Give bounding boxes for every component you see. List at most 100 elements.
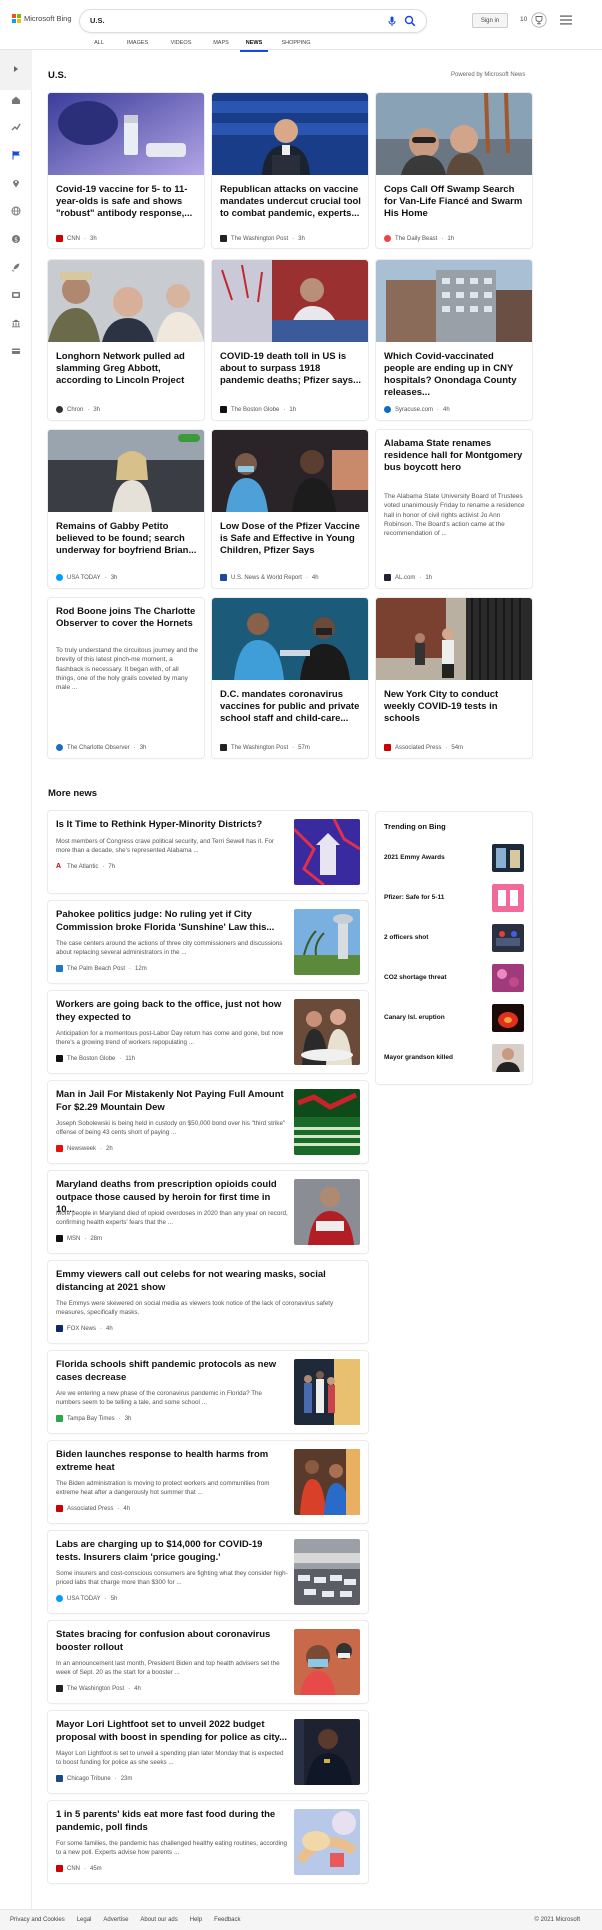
news-card[interactable]: New York City to conduct weekly COVID-19… (376, 598, 532, 758)
more-news-item[interactable]: Maryland deaths from prescription opioid… (48, 1171, 368, 1253)
item-source[interactable]: USA TODAY · 5h (56, 1595, 117, 1602)
trending-thumbnail[interactable] (492, 924, 524, 952)
card-image-vaccine[interactable] (48, 93, 204, 175)
rewards-points[interactable]: 10 (520, 16, 527, 23)
item-thumbnail[interactable] (294, 1449, 360, 1515)
news-card[interactable]: Rod Boone joins The Charlotte Observer t… (48, 598, 204, 758)
news-card[interactable]: Remains of Gabby Petito believed to be f… (48, 430, 204, 588)
item-title[interactable]: Biden launches response to health harms … (56, 1449, 288, 1474)
item-source[interactable]: Associated Press · 4h (56, 1505, 130, 1512)
tab-shopping[interactable]: SHOPPING (276, 40, 316, 52)
card-source[interactable]: The Daily Beast · 1h (384, 235, 454, 242)
item-thumbnail[interactable] (294, 1629, 360, 1695)
footer-link-feedback[interactable]: Feedback (214, 1917, 240, 1923)
trending-icon[interactable] (11, 122, 21, 132)
footer-link-advertise[interactable]: Advertise (103, 1917, 128, 1923)
news-card[interactable]: Alabama State renames residence hall for… (376, 430, 532, 588)
expand-arrow-icon[interactable] (12, 65, 20, 73)
more-news-item[interactable]: Biden launches response to health harms … (48, 1441, 368, 1523)
card-source[interactable]: Associated Press · 54m (384, 744, 463, 751)
card-image-desantis[interactable] (212, 93, 368, 175)
news-card[interactable]: Which Covid-vaccinated people are ending… (376, 260, 532, 420)
news-card[interactable]: Longhorn Network pulled ad slamming Greg… (48, 260, 204, 420)
item-thumbnail[interactable] (294, 819, 360, 885)
card-image-covid-flags[interactable] (212, 260, 368, 342)
card-title[interactable]: Covid-19 vaccine for 5- to 11-year-olds … (56, 184, 198, 220)
bing-logo[interactable]: Microsoft Bing (12, 14, 72, 23)
item-source[interactable]: Newsweek · 2h (56, 1145, 113, 1152)
card-icon[interactable] (11, 346, 21, 356)
card-title[interactable]: Rod Boone joins The Charlotte Observer t… (56, 606, 198, 630)
globe-icon[interactable] (11, 206, 21, 216)
trending-label[interactable]: 2 officers shot (384, 934, 428, 941)
trending-thumbnail[interactable] (492, 844, 524, 872)
rail-expand-area[interactable] (0, 50, 32, 90)
trending-label[interactable]: Pfizer: Safe for 5-11 (384, 894, 444, 901)
card-source[interactable]: The Washington Post · 57m (220, 744, 310, 751)
card-title[interactable]: D.C. mandates coronavirus vaccines for p… (220, 689, 362, 725)
card-source[interactable]: Chron · 3h (56, 406, 100, 413)
item-title[interactable]: Man in Jail For Mistakenly Not Paying Fu… (56, 1089, 288, 1114)
hamburger-menu-icon[interactable] (560, 15, 572, 25)
item-title[interactable]: Emmy viewers call out celebs for not wea… (56, 1269, 356, 1294)
home-icon[interactable] (11, 95, 21, 105)
trending-item[interactable]: 2 officers shot (384, 922, 524, 956)
footer-link-privacy[interactable]: Privacy and Cookies (10, 1917, 65, 1923)
trending-label[interactable]: Mayor grandson killed (384, 1054, 453, 1061)
search-input[interactable]: U.S. (80, 10, 426, 32)
item-title[interactable]: Mayor Lori Lightfoot set to unveil 2022 … (56, 1719, 288, 1744)
microphone-icon[interactable] (386, 15, 398, 27)
news-card[interactable]: D.C. mandates coronavirus vaccines for p… (212, 598, 368, 758)
footer-link-legal[interactable]: Legal (77, 1917, 92, 1923)
item-source[interactable]: The Boston Globe · 11h (56, 1055, 135, 1062)
more-news-item[interactable]: Mayor Lori Lightfoot set to unveil 2022 … (48, 1711, 368, 1793)
card-title[interactable]: Longhorn Network pulled ad slamming Greg… (56, 351, 198, 387)
rewards-trophy-icon[interactable] (531, 12, 547, 28)
card-image-abbott[interactable] (48, 260, 204, 342)
us-flag-icon[interactable] (11, 150, 21, 160)
item-thumbnail[interactable] (294, 1719, 360, 1785)
card-title[interactable]: Low Dose of the Pfizer Vaccine is Safe a… (220, 521, 362, 557)
item-source[interactable]: The Washington Post · 4h (56, 1685, 141, 1692)
more-news-item[interactable]: Is It Time to Rethink Hyper-Minority Dis… (48, 811, 368, 893)
money-icon[interactable]: $ (11, 234, 21, 244)
card-source[interactable]: Syracuse.com · 4h (384, 406, 450, 413)
card-title[interactable]: Republican attacks on vaccine mandates u… (220, 184, 362, 220)
news-card[interactable]: COVID-19 death toll in US is about to su… (212, 260, 368, 420)
trending-item[interactable]: Pfizer: Safe for 5-11 (384, 882, 524, 916)
location-pin-icon[interactable] (11, 178, 21, 188)
trending-item[interactable]: 2021 Emmy Awards (384, 842, 524, 876)
card-source[interactable]: AL.com · 1h (384, 574, 432, 581)
signin-button[interactable]: Sign in (472, 13, 508, 28)
card-image-nyc-school[interactable] (376, 598, 532, 680)
item-thumbnail[interactable] (294, 1179, 360, 1245)
more-news-item[interactable]: 1 in 5 parents' kids eat more fast food … (48, 1801, 368, 1883)
card-image-dc-vaccine[interactable] (212, 598, 368, 680)
trending-thumbnail[interactable] (492, 884, 524, 912)
card-source[interactable]: The Boston Globe · 1h (220, 406, 296, 413)
item-source[interactable]: A The Atlantic · 7h (56, 863, 115, 870)
tab-maps[interactable]: MAPS (202, 40, 240, 52)
card-title[interactable]: Cops Call Off Swamp Search for Van-Life … (384, 184, 526, 220)
trending-thumbnail[interactable] (492, 1044, 524, 1072)
trending-item[interactable]: Mayor grandson killed (384, 1042, 524, 1076)
search-icon[interactable] (404, 15, 416, 27)
more-news-item[interactable]: Man in Jail For Mistakenly Not Paying Fu… (48, 1081, 368, 1163)
card-image-pfizer-kid[interactable] (212, 430, 368, 512)
item-source[interactable]: CNN · 45m (56, 1865, 102, 1872)
item-title[interactable]: Labs are charging up to $14,000 for COVI… (56, 1539, 288, 1564)
item-thumbnail[interactable] (294, 1089, 360, 1155)
card-source[interactable]: The Washington Post · 3h (220, 235, 305, 242)
trending-thumbnail[interactable] (492, 1004, 524, 1032)
item-source[interactable]: MSN · 28m (56, 1235, 102, 1242)
item-title[interactable]: Workers are going back to the office, ju… (56, 999, 288, 1024)
item-title[interactable]: States bracing for confusion about coron… (56, 1629, 288, 1654)
footer-link-about-ads[interactable]: About our ads (140, 1917, 177, 1923)
tv-icon[interactable] (11, 290, 21, 300)
more-news-item[interactable]: Pahokee politics judge: No ruling yet if… (48, 901, 368, 983)
card-source[interactable]: U.S. News & World Report · 4h (220, 574, 319, 581)
card-title[interactable]: Remains of Gabby Petito believed to be f… (56, 521, 198, 557)
footer-link-help[interactable]: Help (190, 1917, 202, 1923)
card-image-couple[interactable] (376, 93, 532, 175)
more-news-item[interactable]: Workers are going back to the office, ju… (48, 991, 368, 1073)
